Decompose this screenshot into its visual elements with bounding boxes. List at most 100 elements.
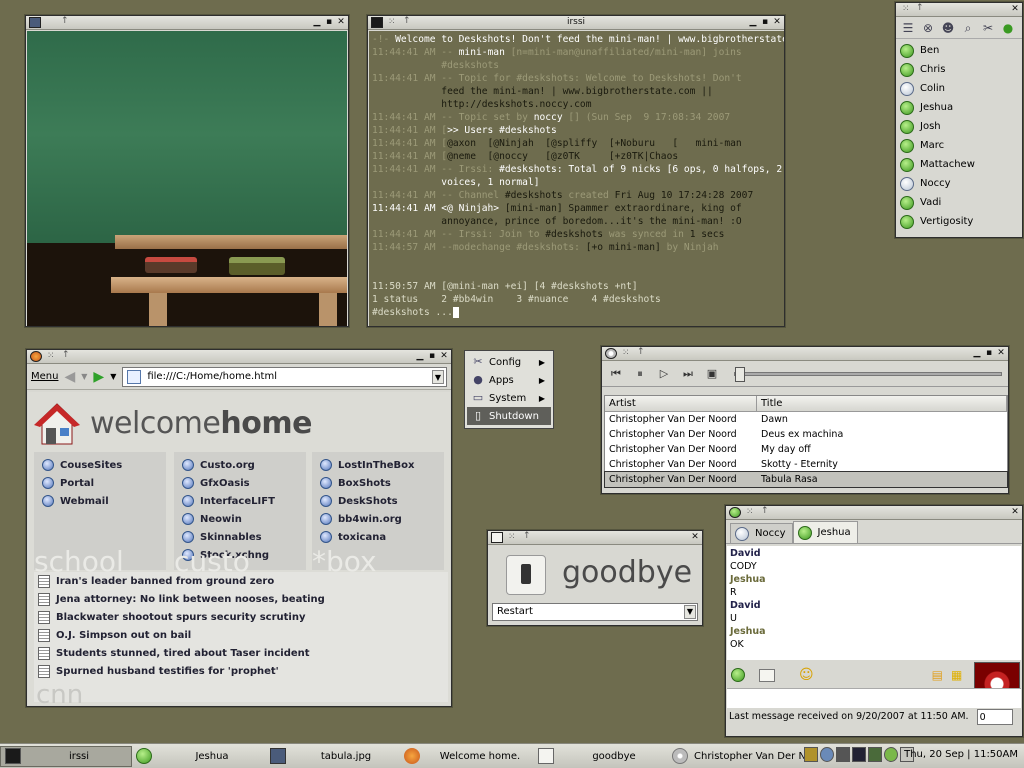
menu-icon[interactable]: ⁙ [622, 348, 630, 358]
close-icon[interactable]: ✕ [1010, 4, 1020, 15]
taskbar-button[interactable]: Christopher Van Der N... [668, 746, 808, 767]
shade-icon[interactable]: ↑ [761, 506, 769, 516]
news-item[interactable]: Jena attorney: No link between nooses, b… [34, 590, 448, 608]
chat-input[interactable] [727, 688, 1021, 708]
shade-icon[interactable]: ↑ [523, 531, 531, 541]
bookmark-link[interactable]: InterfaceLIFT [174, 492, 306, 510]
menu-item[interactable]: ● Apps ▶ [467, 371, 551, 389]
news-item[interactable]: Spurned husband testifies for 'prophet' [34, 662, 448, 680]
menu-item[interactable]: ▭ System ▶ [467, 389, 551, 407]
bookmark-link[interactable]: Webmail [34, 492, 166, 510]
column-artist[interactable]: Artist [605, 396, 757, 411]
buddy-item[interactable]: Chris [896, 60, 1022, 79]
fullscreen-icon[interactable]: ▣ [704, 367, 720, 380]
taskbar-button[interactable]: Welcome home. [400, 746, 534, 767]
buddy-item[interactable]: Jeshua [896, 98, 1022, 117]
status-icon[interactable]: ● [999, 20, 1017, 36]
bookmark-link[interactable]: DeskShots [312, 492, 444, 510]
firefox-icon[interactable] [30, 351, 42, 362]
image-viewer-titlebar[interactable]: ↑ ▁ ▪ ✕ [26, 16, 348, 30]
shade-icon[interactable]: ↑ [916, 3, 924, 13]
minimize-icon[interactable]: ▁ [312, 17, 322, 28]
image-icon[interactable] [29, 17, 41, 28]
buddy-item[interactable]: Mattachew [896, 155, 1022, 174]
irssi-titlebar[interactable]: ⁙ ↑ irssi ▁ ▪ ✕ [368, 16, 784, 30]
status-icon[interactable] [731, 668, 745, 682]
bookmark-link[interactable]: bb4win.org [312, 510, 444, 528]
buddy-item[interactable]: Colin [896, 79, 1022, 98]
bookmark-link[interactable]: Portal [34, 474, 166, 492]
maximize-icon[interactable]: ▪ [324, 17, 334, 28]
search-icon[interactable]: ⌕ [959, 20, 977, 36]
play-icon[interactable]: ▷ [656, 367, 672, 380]
tab-noccy[interactable]: Noccy [730, 523, 793, 543]
shade-icon[interactable]: ↑ [62, 350, 70, 360]
bookmark-link[interactable]: Neowin [174, 510, 306, 528]
note-icon[interactable]: ▦ [951, 668, 962, 682]
close-icon[interactable]: ✕ [1010, 507, 1020, 518]
table-row[interactable]: Christopher Van Der Noord My day off [605, 442, 1007, 457]
news-item[interactable]: Blackwater shootout spurs security scrut… [34, 608, 448, 626]
smiley-icon[interactable]: ☺ [799, 667, 814, 683]
switch-icon[interactable] [491, 532, 503, 543]
menu-button[interactable]: Menu [31, 371, 58, 382]
table-row[interactable]: Christopher Van Der Noord Dawn [605, 412, 1007, 427]
bookmark-link[interactable]: GfxOasis [174, 474, 306, 492]
close-icon[interactable]: ✕ [772, 17, 782, 28]
irssi-terminal[interactable]: -!- Welcome to Deskshots! Don't feed the… [369, 31, 784, 326]
player-titlebar[interactable]: ⁙ ↑ ▁ ▪ ✕ [602, 347, 1008, 361]
tray-monitor-icon[interactable] [836, 747, 850, 762]
bookmark-link[interactable]: LostInTheBox [312, 456, 444, 474]
back-icon[interactable]: ◀ [64, 369, 75, 385]
close-icon[interactable]: ✕ [439, 351, 449, 362]
bookmark-link[interactable]: Skinnables [174, 528, 306, 546]
bookmark-link[interactable]: CouseSites [34, 456, 166, 474]
tray-pidgin-icon[interactable] [884, 747, 898, 762]
tab-jeshua[interactable]: Jeshua [792, 521, 858, 543]
menu-item[interactable]: ▯ Shutdown [467, 407, 551, 425]
maximize-icon[interactable]: ▪ [984, 348, 994, 359]
bookmark-link[interactable]: toxicana [312, 528, 444, 546]
tray-chart-icon[interactable] [868, 747, 882, 762]
taskbar-button[interactable]: goodbye [534, 746, 668, 767]
goodbye-titlebar[interactable]: ⁙ ↑ ✕ [488, 531, 702, 545]
clock[interactable]: Thu, 20 Sep | 11:50AM [904, 749, 1018, 760]
url-dropdown-icon[interactable]: ▼ [432, 369, 444, 384]
next-icon[interactable]: ⏭ [680, 367, 696, 381]
table-row[interactable]: Christopher Van Der Noord Skotty - Eterni… [605, 457, 1007, 472]
news-item[interactable]: Iran's leader banned from ground zero [34, 572, 448, 590]
buddy-item[interactable]: Vadi [896, 193, 1022, 212]
url-bar[interactable]: file:///C:/Home/home.html ▼ [122, 366, 447, 387]
online-icon[interactable] [729, 507, 741, 518]
close-icon[interactable]: ✕ [336, 17, 346, 28]
disc-icon[interactable] [605, 348, 617, 359]
menu-icon[interactable]: ⁙ [902, 4, 910, 14]
buddy-list-titlebar[interactable]: ⁙ ↑ ✕ [896, 3, 1022, 17]
browser-titlebar[interactable]: ⁙ ↑ ▁ ▪ ✕ [27, 350, 451, 364]
news-item[interactable]: O.J. Simpson out on bail [34, 626, 448, 644]
previous-icon[interactable]: ⏮ [608, 367, 624, 381]
buddy-item[interactable]: Noccy [896, 174, 1022, 193]
tray-folder-icon[interactable] [804, 747, 818, 762]
shade-icon[interactable]: ↑ [637, 347, 645, 357]
folder-icon[interactable]: ▤ [932, 668, 943, 682]
column-title[interactable]: Title [757, 396, 1007, 411]
tray-network-icon[interactable] [820, 747, 834, 762]
bookmark-link[interactable]: Custo.org [174, 456, 306, 474]
taskbar-button[interactable]: Jeshua [132, 746, 266, 767]
shutdown-action-select[interactable]: Restart ▼ [492, 603, 698, 621]
list-icon[interactable]: ☰ [899, 20, 917, 36]
close-icon[interactable]: ✕ [690, 532, 700, 543]
minimize-icon[interactable]: ▁ [415, 351, 425, 362]
maximize-icon[interactable]: ▪ [427, 351, 437, 362]
users-icon[interactable]: ☻ [939, 20, 957, 36]
taskbar-button[interactable]: tabula.jpg [266, 746, 400, 767]
chevron-down-icon[interactable]: ▼ [684, 605, 696, 619]
forward-dropdown-icon[interactable]: ▼ [110, 372, 116, 381]
news-item[interactable]: Students stunned, tired about Taser inci… [34, 644, 448, 662]
menu-item[interactable]: ✂ Config ▶ [467, 353, 551, 371]
tools-icon[interactable]: ✂ [979, 20, 997, 36]
contact-card-icon[interactable] [759, 668, 775, 682]
irssi-input-line[interactable]: #deskshots ... [372, 306, 781, 319]
buddy-item[interactable]: Marc [896, 136, 1022, 155]
